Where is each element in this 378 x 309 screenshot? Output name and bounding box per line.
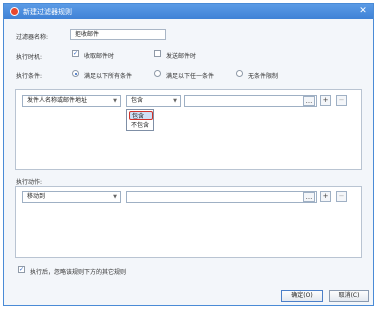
actions-panel: 移动到 ▼ ... + −	[15, 186, 362, 258]
condition-field-select[interactable]: 发件人名称或邮件地址 ▼	[22, 95, 121, 107]
condition-operator-select[interactable]: 包含 ▼	[126, 95, 181, 107]
condition-all-radio[interactable]	[72, 70, 79, 77]
app-logo-icon	[10, 7, 19, 16]
filter-name-input[interactable]: 拒收邮件	[70, 29, 166, 40]
dropdown-option-not-contains[interactable]: 不包含	[129, 121, 153, 130]
action-browse-button[interactable]: ...	[303, 192, 315, 202]
condition-any-radio[interactable]	[154, 70, 161, 77]
remove-action-button[interactable]: −	[336, 191, 347, 202]
condition-operator-value: 包含	[131, 97, 144, 104]
close-button[interactable]: ✕	[358, 6, 368, 16]
add-condition-button[interactable]: +	[320, 95, 331, 106]
condition-field-value: 发件人名称或邮件地址	[27, 97, 88, 104]
remove-condition-button[interactable]: −	[336, 95, 347, 106]
send-mail-checkbox[interactable]	[154, 50, 161, 57]
cancel-button[interactable]: 取消(C)	[329, 290, 369, 302]
action-type-value: 移动到	[27, 193, 46, 200]
action-target-input[interactable]	[126, 191, 317, 203]
filter-rule-dialog: 新建过滤器规则 ✕ 过滤器名称: 拒收邮件 执行时机: ✓ 收取邮件时 发送邮件…	[3, 3, 374, 306]
receive-mail-checkbox[interactable]: ✓	[72, 50, 79, 57]
receive-mail-label: 收取邮件时	[84, 53, 115, 60]
stop-rules-checkbox[interactable]: ✓	[18, 266, 25, 273]
chevron-down-icon: ▼	[113, 194, 117, 200]
action-type-select[interactable]: 移动到 ▼	[22, 191, 121, 203]
filter-name-label: 过滤器名称:	[16, 34, 49, 41]
conditions-panel: 发件人名称或邮件地址 ▼ 包含 ▼ ... + −	[15, 89, 362, 170]
condition-all-label: 满足以下所有条件	[84, 73, 133, 80]
chevron-down-icon: ▼	[113, 98, 117, 104]
dropdown-option-contains[interactable]: 包含	[129, 111, 153, 120]
stop-rules-label: 执行后，忽略该规则下方的其它规则	[30, 269, 127, 276]
add-action-button[interactable]: +	[320, 191, 331, 202]
send-mail-label: 发送邮件时	[166, 53, 197, 60]
condition-none-radio[interactable]	[236, 70, 243, 77]
window-title: 新建过滤器规则	[23, 8, 72, 16]
title-bar: 新建过滤器规则 ✕	[4, 4, 373, 19]
exec-timing-label: 执行时机:	[16, 54, 43, 61]
condition-none-label: 无条件限制	[248, 73, 279, 80]
condition-any-label: 满足以下任一条件	[166, 73, 215, 80]
ok-button[interactable]: 确定(O)	[281, 290, 323, 302]
operator-dropdown-list: 包含 不包含	[126, 109, 154, 131]
chevron-down-icon: ▼	[173, 98, 177, 104]
condition-value-input[interactable]	[184, 95, 317, 107]
condition-browse-button[interactable]: ...	[303, 96, 315, 106]
exec-actions-label: 执行动作:	[16, 179, 43, 186]
exec-condition-label: 执行条件:	[16, 73, 43, 80]
